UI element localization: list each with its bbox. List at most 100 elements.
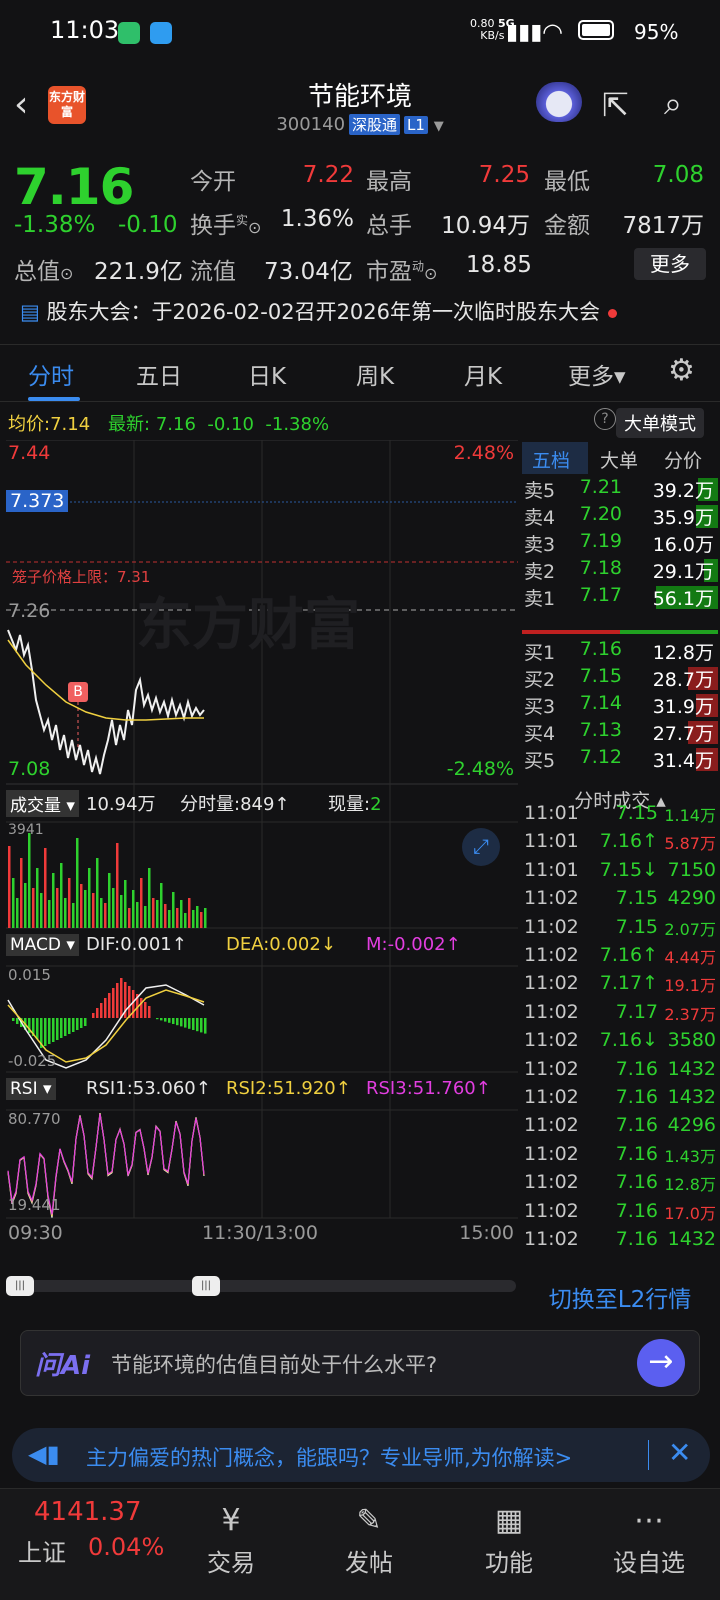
scroll-handle-right[interactable]: ||| [192, 1276, 220, 1296]
index-pct[interactable]: 0.04% [88, 1533, 164, 1561]
nav-add-watchlist[interactable]: ⋯ 设自选 [594, 1503, 704, 1578]
nav-functions[interactable]: ▦ 功能 [454, 1503, 564, 1578]
promo-divider [648, 1440, 649, 1470]
pe-label: 市盈动⊙ [366, 259, 438, 285]
low-value: 7.08 [652, 162, 704, 188]
macd-bar [76, 1018, 79, 1030]
avg-price: 均价:7.14 [8, 414, 91, 435]
ask-volume: 29.1万 [652, 561, 714, 583]
dropdown-icon[interactable]: ▼ [434, 119, 444, 134]
info-icon[interactable]: ⊙ [60, 264, 73, 283]
ask-row[interactable]: 卖4 7.20 35.9万 [522, 503, 718, 530]
bid-volume: 12.8万 [652, 642, 714, 664]
book-tab-five[interactable]: 五档 [532, 446, 570, 473]
rsi-top: 80.770 [8, 1110, 61, 1128]
volume-bar [32, 888, 35, 928]
ai-question-box[interactable]: 问Ai 节能环境的估值目前处于什么水平? → [20, 1330, 700, 1396]
ask-name: 卖5 [524, 480, 556, 502]
tick-row: 11:02 7.16 4296 [522, 1114, 718, 1142]
ask-row[interactable]: 卖3 7.19 16.0万 [522, 530, 718, 557]
bid-name: 买5 [524, 750, 556, 772]
tick-time: 11:02 [524, 915, 579, 938]
ai-question-text: 节能环境的估值目前处于什么水平? [111, 1353, 438, 1377]
close-icon[interactable]: ✕ [668, 1436, 691, 1469]
bid-price: 7.14 [579, 692, 622, 714]
volume-bar [192, 910, 195, 928]
tab-intraday[interactable]: 分时 [28, 357, 74, 391]
tick-price: 7.16↓ [599, 1029, 658, 1052]
tick-time: 11:02 [524, 1057, 579, 1080]
book-tab-big[interactable]: 大单 [600, 446, 638, 473]
tick-price: 7.16 [615, 1114, 658, 1137]
watermark: 东方财富 [136, 593, 360, 658]
tick-time: 11:02 [524, 1086, 579, 1108]
info-icon[interactable]: ⊙ [248, 218, 261, 237]
ask-row[interactable]: 卖2 7.18 29.1万 [522, 557, 718, 584]
book-tab-price[interactable]: 分价 [664, 446, 702, 473]
time-scrollbar[interactable] [6, 1280, 516, 1292]
macd-bar [48, 1018, 51, 1044]
tick-time: 11:01 [524, 858, 579, 881]
ai-robot-icon[interactable] [536, 82, 582, 122]
tick-price: 7.17 [615, 1000, 658, 1023]
tick-time: 11:02 [524, 1142, 579, 1165]
promo-banner[interactable]: ◀▮ 主力偏爱的热门概念，能跟吗？专业导师,为你解读> ✕ [12, 1428, 710, 1482]
tab-monthly-k[interactable]: 月K [464, 357, 502, 391]
wifi-icon: ◠ [542, 18, 563, 46]
ask-row[interactable]: 卖5 7.21 39.2万 [522, 476, 718, 503]
volume-bar [184, 913, 187, 928]
ask-row[interactable]: 卖1 7.17 56.1万 [522, 584, 718, 611]
volume-bar [164, 904, 167, 928]
macd-bar [188, 1018, 191, 1029]
index-value[interactable]: 4141.37 [34, 1497, 142, 1527]
macd-bar [72, 1018, 75, 1032]
tick-volume: 4290 [667, 887, 716, 910]
back-icon[interactable]: ‹ [14, 84, 28, 125]
tab-more[interactable]: 更多▾ [568, 357, 626, 391]
switch-l2-button[interactable]: 切换至L2行情 [520, 1280, 720, 1314]
ai-send-button[interactable]: → [637, 1339, 685, 1387]
scroll-handle-left[interactable]: ||| [6, 1276, 34, 1296]
volume-total: 10.94万 [86, 794, 156, 815]
volume-bar [36, 868, 39, 928]
notice-bar[interactable]: ▤ 股东大会：于2026-02-02召开2026年第一次临时股东大会 [20, 296, 618, 326]
search-icon[interactable]: ⌕ [664, 84, 682, 123]
info-icon[interactable]: ⊙ [424, 264, 437, 283]
high-label: 最高 [366, 169, 412, 195]
volume-bar [84, 890, 87, 928]
help-icon[interactable]: ? [594, 408, 616, 430]
tab-daily-k[interactable]: 日K [248, 357, 286, 391]
tick-volume: 1432 [667, 1086, 716, 1108]
rsi-indicator-select[interactable]: RSI ▾ [6, 1078, 56, 1100]
grid-icon: ▦ [494, 1503, 524, 1538]
bid-price: 7.12 [579, 746, 622, 768]
tick-price: 7.15 [615, 915, 658, 938]
buy-marker[interactable]: B [68, 682, 88, 702]
more-button[interactable]: 更多 [634, 248, 706, 280]
bid-row[interactable]: 买4 7.13 27.7万 [522, 719, 718, 746]
big-order-mode-button[interactable]: 大单模式 [616, 408, 704, 438]
macd-bar [52, 1018, 55, 1042]
volume-bar [60, 863, 63, 928]
nav-post[interactable]: ✎ 发帖 [314, 1503, 424, 1578]
bid-name: 买2 [524, 669, 556, 691]
tab-five-day[interactable]: 五日 [136, 357, 182, 391]
share-icon[interactable]: ⇱ [602, 86, 629, 124]
tick-volume: 3580 [667, 1029, 716, 1052]
bid-row[interactable]: 买3 7.14 31.9万 [522, 692, 718, 719]
ask-name: 卖2 [524, 561, 556, 583]
bid-row[interactable]: 买1 7.16 12.8万 [522, 638, 718, 665]
volume-bar [168, 910, 171, 928]
settings-icon[interactable]: ⚙ [668, 353, 695, 388]
tab-weekly-k[interactable]: 周K [356, 357, 394, 391]
bid-row[interactable]: 买2 7.15 28.7万 [522, 665, 718, 692]
macd-indicator-select[interactable]: MACD ▾ [6, 934, 79, 956]
intraday-chart[interactable]: 东方财富 7.44 2.48% 7.373 笼子价格上限：7.31 7.26 B… [6, 440, 518, 1294]
expand-icon[interactable]: ⤢ [462, 828, 500, 866]
volume-indicator-select[interactable]: 成交量 ▾ [6, 790, 79, 817]
bid-row[interactable]: 买5 7.12 31.4万 [522, 746, 718, 773]
nav-trade[interactable]: ¥ 交易 [176, 1503, 286, 1578]
bid-volume: 31.4万 [652, 750, 714, 772]
status-bar: 11:03 0.80 5G KB/s ▮▮▮ ◠ 95% [0, 0, 720, 66]
index-name[interactable]: 上证 [18, 1533, 66, 1568]
